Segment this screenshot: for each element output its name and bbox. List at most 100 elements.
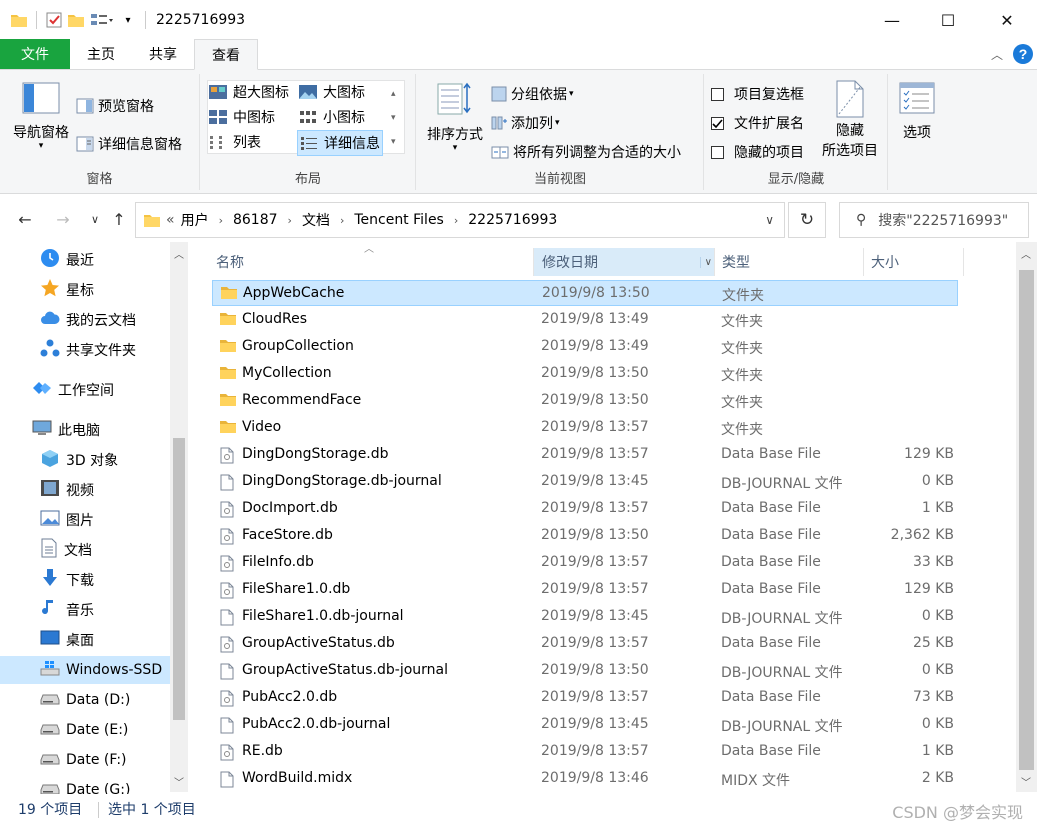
chevron-up-icon[interactable]: ▴ (391, 82, 396, 106)
file-row[interactable]: DocImport.db 2019/9/8 13:57 Data Base File… (212, 496, 958, 522)
chevron-right-icon[interactable]: › (288, 214, 292, 227)
properties-icon[interactable] (43, 9, 65, 31)
hidden-items-toggle[interactable]: 隐藏的项目 (711, 142, 804, 162)
nav-item[interactable]: Data (D:) (0, 686, 170, 714)
file-row[interactable]: FileShare1.0.db 2019/9/8 13:57 Data Base F… (212, 577, 958, 603)
folder-row[interactable]: CloudRes 2019/9/8 13:49 文件夹 (212, 307, 958, 333)
chevron-down-icon[interactable]: ▾ (117, 9, 139, 31)
folder-row[interactable]: Video 2019/9/8 13:57 文件夹 (212, 415, 958, 441)
chevron-down-icon[interactable]: ﹀ (1021, 774, 1031, 789)
column-header-size[interactable]: 大小 (863, 248, 963, 276)
file-row[interactable]: FaceStore.db 2019/9/8 13:50 Data Base File… (212, 523, 958, 549)
folder-row[interactable]: GroupCollection 2019/9/8 13:49 文件夹 (212, 334, 958, 360)
file-row[interactable]: DingDongStorage.db 2019/9/8 13:57 Data Bas… (212, 442, 958, 468)
up-button[interactable]: ↑ (106, 206, 132, 232)
nav-item[interactable]: 工作空间 (0, 376, 170, 404)
layout-medium-icons[interactable]: 中图标 (209, 107, 275, 127)
layout-list[interactable]: 列表 (209, 132, 261, 152)
folder-row[interactable]: AppWebCache 2019/9/8 13:50 文件夹 (212, 280, 958, 306)
nav-item[interactable]: Date (E:) (0, 716, 170, 744)
chevron-right-icon[interactable]: › (340, 214, 344, 227)
preview-pane-button[interactable]: 预览窗格 (76, 96, 154, 116)
nav-pane-button[interactable]: 导航窗格 ▾ (8, 82, 74, 151)
chevron-down-icon[interactable]: ∨ (699, 256, 712, 268)
folder-row[interactable]: RecommendFace 2019/9/8 13:50 文件夹 (212, 388, 958, 414)
column-divider[interactable] (963, 248, 964, 276)
breadcrumb-tencent-files[interactable]: Tencent Files (354, 212, 444, 228)
file-extensions-toggle[interactable]: 文件扩展名 (711, 113, 804, 133)
file-row[interactable]: FileInfo.db 2019/9/8 13:57 Data Base File 3… (212, 550, 958, 576)
nav-item[interactable]: 共享文件夹 (0, 336, 170, 364)
nav-item[interactable]: 3D 对象 (0, 446, 170, 474)
nav-item[interactable]: 桌面 (0, 626, 170, 654)
overflow-crumb[interactable]: « (166, 212, 175, 228)
tab-file[interactable]: 文件 (0, 39, 70, 69)
file-row[interactable]: DingDongStorage.db-journal 2019/9/8 13:45… (212, 469, 958, 495)
group-by-button[interactable]: 分组依据 ▾ (491, 84, 574, 104)
sort-by-button[interactable]: 排序方式 ▾ (421, 82, 489, 153)
help-icon[interactable]: ? (1013, 39, 1033, 69)
layout-details[interactable]: 详细信息 (297, 130, 383, 156)
folder-row[interactable]: MyCollection 2019/9/8 13:50 文件夹 (212, 361, 958, 387)
nav-item[interactable]: 星标 (0, 276, 170, 304)
file-row[interactable]: PubAcc2.0.db 2019/9/8 13:57 Data Base File… (212, 685, 958, 711)
column-header-name[interactable]: 名称 (208, 248, 533, 276)
layout-scroll[interactable]: ▴ ▾ ▾ (391, 82, 396, 154)
recent-locations-button[interactable]: ∨ (82, 206, 108, 232)
breadcrumb-users[interactable]: 用户 (181, 210, 209, 230)
forward-button[interactable]: → (50, 206, 76, 232)
nav-item[interactable]: 音乐 (0, 596, 170, 624)
nav-item[interactable]: Windows-SSD (0, 656, 170, 684)
layout-small-icons[interactable]: 小图标 (299, 107, 365, 127)
more-icon[interactable]: ▾ (391, 130, 396, 154)
maximize-button[interactable]: ☐ (919, 0, 977, 40)
nav-item[interactable]: 下载 (0, 566, 170, 594)
options-button[interactable]: 选项 (897, 82, 937, 142)
new-folder-icon[interactable] (65, 9, 87, 31)
nav-scroll-thumb[interactable] (173, 438, 185, 720)
chevron-down-icon[interactable]: ▾ (391, 106, 396, 130)
tab-view[interactable]: 查看 (194, 39, 258, 70)
file-list-scrollbar[interactable]: ︿ ﹀ (1016, 242, 1037, 792)
file-list-scroll-thumb[interactable] (1019, 270, 1034, 770)
add-columns-button[interactable]: 添加列 ▾ (491, 113, 560, 133)
breadcrumb-user[interactable]: 86187 (233, 212, 278, 228)
file-row[interactable]: FileShare1.0.db-journal 2019/9/8 13:45 DB-… (212, 604, 958, 630)
minimize-button[interactable]: — (863, 0, 921, 40)
chevron-right-icon[interactable]: › (219, 214, 223, 227)
nav-item[interactable]: 此电脑 (0, 416, 170, 444)
column-header-date[interactable]: 修改日期 ∨ (534, 248, 714, 276)
chevron-up-icon[interactable]: ︿ (1021, 246, 1031, 261)
nav-item[interactable]: 我的云文档 (0, 306, 170, 334)
address-dropdown-icon[interactable]: ∨ (765, 213, 774, 227)
back-button[interactable]: ← (12, 206, 38, 232)
customize-toolbar-icon[interactable] (87, 9, 117, 31)
details-pane-button[interactable]: 详细信息窗格 (76, 134, 182, 154)
collapse-ribbon-icon[interactable]: ︿ (991, 39, 1003, 69)
tab-home[interactable]: 主页 (70, 39, 132, 69)
file-row[interactable]: RE.db 2019/9/8 13:57 Data Base File 1 KB (212, 739, 958, 765)
chevron-right-icon[interactable]: › (454, 214, 458, 227)
layout-large-icons[interactable]: 大图标 (299, 82, 365, 102)
nav-scrollbar[interactable]: ︿ ﹀ (170, 242, 188, 792)
item-checkboxes-toggle[interactable]: 项目复选框 (711, 84, 804, 104)
checkbox-unchecked-icon[interactable] (711, 87, 724, 101)
address-bar[interactable]: « 用户 › 86187 › 文档 › Tencent Files › 2225… (135, 202, 785, 238)
file-row[interactable]: GroupActiveStatus.db-journal 2019/9/8 13:… (212, 658, 958, 684)
fit-columns-button[interactable]: 将所有列调整为合适的大小 (491, 142, 681, 162)
search-input[interactable]: ⚲ 搜索"2225716993" (839, 202, 1029, 238)
nav-item[interactable]: 最近 (0, 246, 170, 274)
nav-item[interactable]: 图片 (0, 506, 170, 534)
close-button[interactable]: ✕ (978, 0, 1036, 40)
column-header-type[interactable]: 类型 (714, 248, 864, 276)
refresh-button[interactable]: ↻ (788, 202, 826, 238)
layout-xl-icons[interactable]: 超大图标 (209, 82, 289, 102)
chevron-up-icon[interactable]: ︿ (174, 246, 184, 261)
checkbox-checked-icon[interactable] (711, 116, 724, 130)
file-row[interactable]: GroupActiveStatus.db 2019/9/8 13:57 Data B… (212, 631, 958, 657)
chevron-down-icon[interactable]: ﹀ (174, 774, 184, 789)
nav-item[interactable]: 文档 (0, 536, 170, 564)
checkbox-unchecked-icon[interactable] (711, 145, 724, 159)
file-row[interactable]: PubAcc2.0.db-journal 2019/9/8 13:45 DB-JOU… (212, 712, 958, 738)
nav-item[interactable]: 视频 (0, 476, 170, 504)
